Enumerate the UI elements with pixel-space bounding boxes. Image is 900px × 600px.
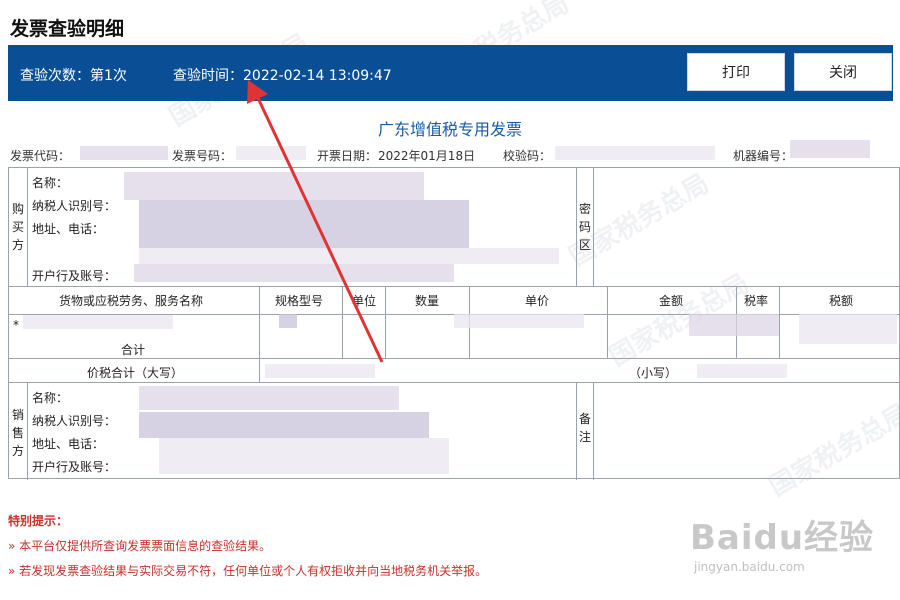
- close-button[interactable]: 关闭: [794, 53, 892, 91]
- print-button[interactable]: 打印: [687, 53, 785, 91]
- invoice-date-label: 开票日期：: [317, 149, 378, 163]
- seller-tax-id-label: 纳税人识别号：: [32, 414, 117, 428]
- machine-number-label: 机器编号：: [733, 149, 794, 163]
- col-tax-rate: 税率: [744, 294, 769, 308]
- redacted-seller-address-bank: [159, 438, 449, 474]
- col-tax-amount: 税额: [829, 294, 854, 308]
- redacted-seller-tax-id: [139, 412, 429, 438]
- seller-address-label: 地址、电话：: [32, 437, 105, 451]
- col-goods-name: 货物或应税劳务、服务名称: [59, 294, 204, 308]
- col-unit: 单位: [352, 294, 377, 308]
- page-title: 发票查验明细: [10, 18, 125, 40]
- item-row-prefix: *: [13, 318, 19, 332]
- baidu-url: jingyan.baidu.com: [694, 560, 805, 574]
- check-code-label: 校验码：: [503, 149, 552, 163]
- check-count: 查验次数：第1次: [20, 68, 127, 84]
- redacted-buyer-bank: [134, 264, 454, 282]
- password-area-label: 密码区: [578, 202, 591, 252]
- subtotal-label: 合计: [121, 343, 146, 357]
- buyer-name-label: 名称：: [32, 176, 69, 190]
- total-uppercase-label: 价税合计（大写）: [87, 366, 184, 380]
- redacted-item-amount: [689, 314, 779, 336]
- baidu-logo: Baidu经验: [690, 518, 875, 558]
- redacted-machine-number: [790, 140, 870, 158]
- col-quantity: 数量: [415, 294, 440, 308]
- total-lowercase-label: （小写）: [629, 366, 678, 380]
- redacted-invoice-code: [80, 146, 168, 160]
- redacted-item-name: [23, 315, 173, 329]
- invoice-code-label: 发票代码：: [10, 149, 71, 163]
- seller-name-label: 名称：: [32, 391, 69, 405]
- invoice-date-value: 2022年01月18日: [378, 149, 476, 163]
- seller-side-label: 销售方: [11, 408, 24, 458]
- header-bar: 查验次数：第1次 查验时间：2022-02-14 13:09:47 打印 关闭: [8, 45, 893, 101]
- redacted-total-lowercase: [697, 364, 787, 378]
- notice-line: 若发现发票查验结果与实际交易不符，任何单位或个人有权拒收并向当地税务机关举报。: [8, 562, 487, 579]
- redacted-item-tax: [799, 314, 897, 344]
- buyer-bank-label: 开户行及账号：: [32, 269, 117, 283]
- redacted-invoice-number: [236, 146, 306, 160]
- redacted-item-spec: [279, 314, 297, 328]
- redacted-total-uppercase: [265, 364, 375, 378]
- col-unit-price: 单价: [525, 294, 550, 308]
- notice-line: 本平台仅提供所查询发票票面信息的查验结果。: [8, 537, 487, 554]
- notice-heading: 特别提示：: [8, 514, 69, 528]
- redacted-seller-name: [139, 386, 399, 410]
- redacted-item-price: [454, 314, 584, 328]
- invoice-table: 购买方 名称： 纳税人识别号： 地址、电话： 开户行及账号： 密码区 货物或应税…: [8, 167, 900, 480]
- remark-label: 备注: [578, 412, 591, 444]
- check-time: 查验时间：2022-02-14 13:09:47: [173, 68, 392, 84]
- redacted-buyer-tax-address: [139, 200, 469, 248]
- buyer-address-label: 地址、电话：: [32, 222, 105, 236]
- baidu-watermark: Baidu经验 jingyan.baidu.com: [690, 510, 890, 590]
- redacted-check-code: [555, 146, 715, 160]
- special-notice: 特别提示： 本平台仅提供所查询发票票面信息的查验结果。 若发现发票查验结果与实际…: [8, 512, 487, 587]
- col-spec: 规格型号: [275, 294, 324, 308]
- invoice-number-label: 发票号码：: [172, 149, 233, 163]
- buyer-tax-id-label: 纳税人识别号：: [32, 199, 117, 213]
- seller-bank-label: 开户行及账号：: [32, 460, 117, 474]
- col-amount: 金额: [659, 294, 684, 308]
- invoice-title: 广东增值税专用发票: [377, 120, 522, 139]
- redacted-buyer-name: [124, 172, 424, 200]
- buyer-side-label: 购买方: [11, 202, 24, 252]
- redacted-buyer-extra: [139, 248, 559, 264]
